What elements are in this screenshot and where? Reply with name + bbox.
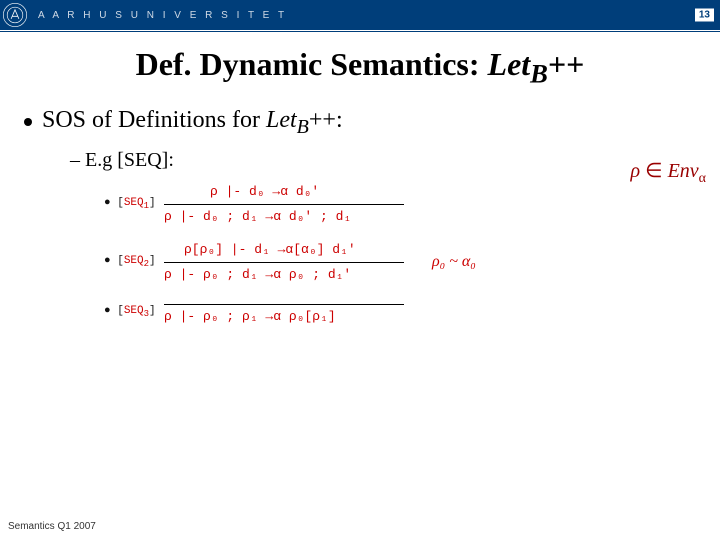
label-post: ] [149,255,156,267]
slide-footer: Semantics Q1 2007 [8,521,96,532]
title-prefix: Def. Dynamic Semantics: [136,46,488,82]
label-pre: ● [ [104,305,124,317]
title-lang-sub: B [530,58,548,88]
content-area: SOS of Definitions for LetB++: – E.g [SE… [24,107,720,326]
inference-rules: ● [SEQ1] ρ |- d₀ →α d₀' ρ |- d₀ ; d₁ →α … [104,182,720,327]
inference-line [164,204,404,205]
rule-conclusion: ρ |- d₀ ; d₁ →α d₀' ; d₁ [164,207,351,227]
annot-sym: ∈ [640,160,667,182]
rule-body: ρ |- ρ₀ ; ρ₁ →α ρ₀[ρ₁] [164,298,404,327]
label-post: ] [149,305,156,317]
rule-seq2: ● [SEQ2] ρ[ρ₀] |- d₁ →α[α₀] d₁' ρ |- ρ₀ … [104,240,720,284]
title-post: ++ [548,46,584,82]
rule-premise: ρ |- d₀ →α d₀' [164,182,319,202]
rule-body: ρ[ρ₀] |- d₁ →α[α₀] d₁' ρ |- ρ₀ ; d₁ →α ρ… [164,240,404,284]
annot-rhs: Env [668,160,699,182]
inference-line [164,262,404,263]
rule-label: ● [SEQ1] [104,195,164,214]
inference-line [164,304,404,305]
bullet1-post: ++: [309,107,343,133]
title-lang-name: Let [488,46,531,82]
rule-conclusion: ρ |- ρ₀ ; ρ₁ →α ρ₀[ρ₁] [164,307,336,327]
label-pre: ● [ [104,255,124,267]
bullet1-lang-name: Let [266,107,297,133]
rule-premise: ρ[ρ₀] |- d₁ →α[α₀] d₁' [164,240,356,260]
label-name: SEQ [124,255,144,267]
rule-body: ρ |- d₀ →α d₀' ρ |- d₀ ; d₁ →α d₀' ; d₁ [164,182,404,226]
slide-header: A A R H U S U N I V E R S I T E T 13 [0,0,720,30]
bullet-level-2: – E.g [SEQ]: [70,149,720,172]
rule-seq1: ● [SEQ1] ρ |- d₀ →α d₀' ρ |- d₀ ; d₁ →α … [104,182,720,226]
rule-label: ● [SEQ2] [104,253,164,272]
annot-sub: α [699,171,706,186]
slide-number: 13 [695,9,714,22]
university-seal-icon [0,0,30,30]
env-annotation: ρ ∈ Envα [631,158,706,187]
rule-seq3: ● [SEQ3] ρ |- ρ₀ ; ρ₁ →α ρ₀[ρ₁] [104,298,720,327]
bullet1-lang-sub: B [297,116,309,138]
bullet1-prefix: SOS of Definitions for [42,107,266,133]
rule-side-condition: ρ₀ ~ α₀ [432,250,476,274]
label-post: ] [149,197,156,209]
label-name: SEQ [124,197,144,209]
header-divider [0,31,720,32]
label-name: SEQ [124,305,144,317]
bullet-dot-icon [24,118,32,126]
rule-label: ● [SEQ3] [104,303,164,322]
slide-title: Def. Dynamic Semantics: LetB++ [0,46,720,89]
label-pre: ● [ [104,197,124,209]
annot-lhs: ρ [631,160,641,182]
rule-conclusion: ρ |- ρ₀ ; d₁ →α ρ₀ ; d₁' [164,265,351,285]
university-name: A A R H U S U N I V E R S I T E T [38,10,287,21]
bullet-level-1: SOS of Definitions for LetB++: [24,107,720,139]
